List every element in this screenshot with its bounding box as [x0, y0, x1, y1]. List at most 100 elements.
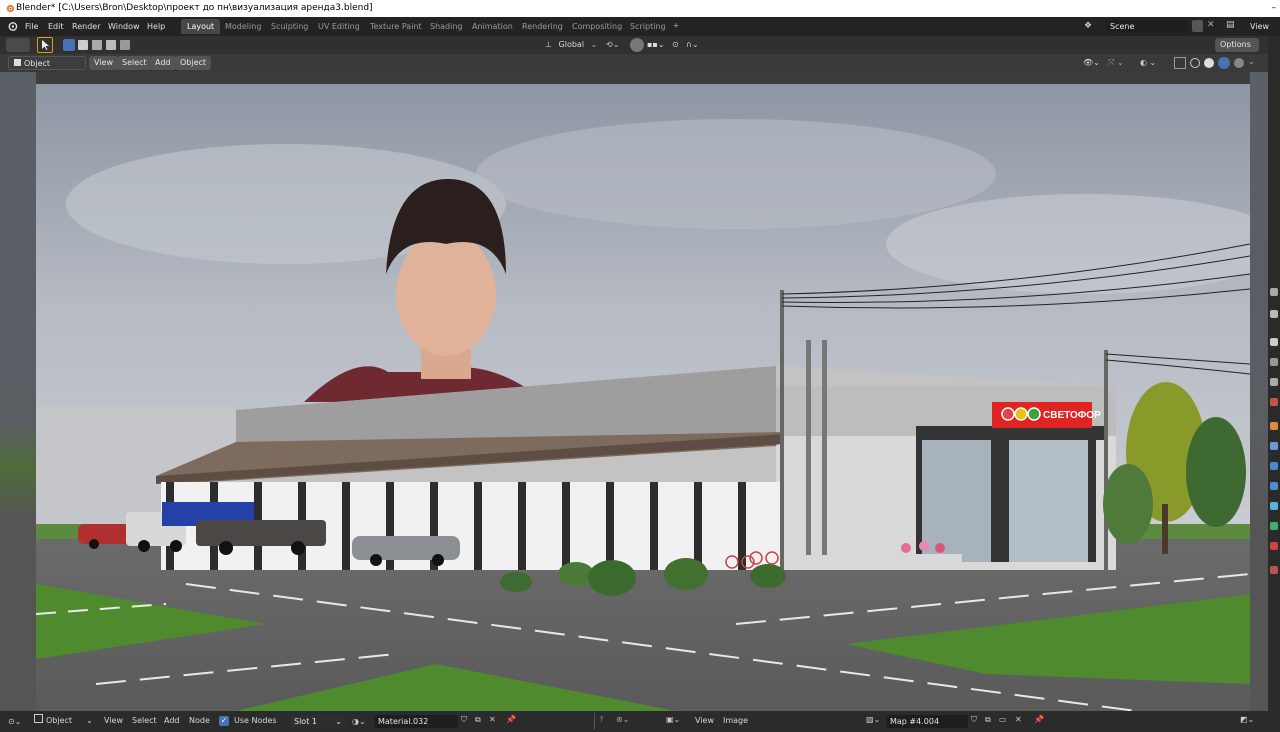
menu-edit[interactable]: Edit: [48, 17, 64, 36]
image-view-menu[interactable]: View: [695, 714, 714, 728]
image-menu[interactable]: Image: [723, 714, 748, 728]
snap-node-icon[interactable]: ⊛⌄: [616, 715, 629, 724]
overlay-icon[interactable]: ◐ ⌄: [1140, 56, 1168, 70]
material-tab-icon[interactable]: [1270, 542, 1278, 550]
orientation-dropdown[interactable]: ⊥ Global ⌄: [545, 38, 601, 52]
tab-modeling[interactable]: Modeling: [219, 19, 267, 34]
image-editor-type-icon[interactable]: ▣⌄: [666, 715, 680, 724]
close-scene-icon[interactable]: ✕: [1207, 20, 1215, 30]
node-menu[interactable]: Node: [189, 714, 210, 728]
snap-target-icon[interactable]: ▪▪⌄: [647, 38, 667, 52]
tab-uv-editing[interactable]: UV Editing: [312, 19, 366, 34]
select-extend-icon[interactable]: [78, 40, 88, 50]
add-menu[interactable]: Add: [150, 56, 176, 70]
tab-compositing[interactable]: Compositing: [566, 19, 628, 34]
view-layer-icon[interactable]: ▤: [1226, 20, 1238, 32]
image-name-field[interactable]: Map #4.004: [886, 715, 968, 728]
tab-animation[interactable]: Animation: [466, 19, 519, 34]
wireframe-shading-icon[interactable]: [1190, 58, 1200, 68]
texture-tab-icon[interactable]: [1270, 566, 1278, 574]
output-tab-icon[interactable]: [1270, 338, 1278, 346]
solid-shading-icon[interactable]: [1204, 58, 1214, 68]
material-name-field[interactable]: Material.032: [374, 715, 458, 728]
viewport-header: Object Mode⌄ View Select Add Object 👁⌄ ⤧…: [0, 54, 1268, 82]
image-fake-user-icon[interactable]: ⛉: [971, 715, 977, 725]
tool-tab-icon[interactable]: [1270, 288, 1278, 296]
select-menu[interactable]: Select: [117, 56, 152, 70]
material-shading-icon[interactable]: [1218, 57, 1230, 69]
image-new-icon[interactable]: ⧉: [985, 715, 991, 725]
world-tab-icon[interactable]: [1270, 398, 1278, 406]
close-icon[interactable]: ✕: [489, 715, 496, 724]
image-pin-icon[interactable]: 📌: [1034, 715, 1044, 724]
menu-file[interactable]: File: [25, 17, 38, 36]
add-workspace-button[interactable]: +: [670, 19, 682, 33]
snap-icon[interactable]: [630, 38, 644, 52]
menu-window[interactable]: Window: [108, 17, 140, 36]
cursor-tool-icon[interactable]: [37, 37, 53, 53]
menu-render[interactable]: Render: [72, 17, 100, 36]
shader-type-dropdown[interactable]: Object ⌄: [34, 714, 96, 728]
node-select-menu[interactable]: Select: [132, 714, 157, 728]
select-intersect-icon[interactable]: [120, 40, 130, 50]
editor-type-button[interactable]: [6, 38, 30, 52]
physics-tab-icon[interactable]: [1270, 482, 1278, 490]
menu-help[interactable]: Help: [147, 17, 165, 36]
scene-tab-icon[interactable]: [1270, 378, 1278, 386]
new-file-icon[interactable]: ⧉: [475, 715, 481, 725]
image-open-icon[interactable]: ▭: [999, 715, 1007, 724]
image-view-mode-icon[interactable]: ◩⌄: [1240, 715, 1254, 724]
tab-sculpting[interactable]: Sculpting: [265, 19, 314, 34]
chevron-down-icon: ⌄: [335, 717, 342, 726]
xray-icon[interactable]: [1174, 57, 1186, 69]
new-scene-icon[interactable]: [1192, 20, 1203, 32]
node-view-menu[interactable]: View: [104, 714, 123, 728]
gizmo-icon[interactable]: ⤧ ⌄: [1108, 56, 1136, 70]
3d-viewport[interactable]: СВЕТОФОР: [0, 72, 1268, 711]
view-menu[interactable]: View: [89, 56, 118, 70]
view-layer-tab-icon[interactable]: [1270, 358, 1278, 366]
use-nodes-label: Use Nodes: [234, 716, 277, 725]
tab-rendering[interactable]: Rendering: [516, 19, 569, 34]
checkbox-icon[interactable]: ✓: [219, 716, 229, 726]
view-layer-label[interactable]: View La: [1250, 17, 1280, 50]
data-tab-icon[interactable]: [1270, 522, 1278, 530]
parent-node-icon[interactable]: ⤒: [600, 715, 604, 725]
image-close-icon[interactable]: ✕: [1015, 715, 1022, 724]
options-button[interactable]: Options ⌄: [1215, 38, 1259, 63]
tab-texture-paint[interactable]: Texture Paint: [364, 19, 428, 34]
scene-icon[interactable]: ❖: [1084, 21, 1096, 32]
object-tab-icon[interactable]: [1270, 422, 1278, 430]
chevron-down-icon[interactable]: ⌄: [1248, 57, 1255, 66]
blender-menu-icon[interactable]: [6, 21, 18, 32]
slot-label: Slot 1: [294, 717, 317, 726]
select-box-icon[interactable]: [63, 39, 75, 51]
pin-icon[interactable]: 📌: [506, 715, 516, 724]
proportional-edit-icon[interactable]: ⊙: [672, 38, 684, 52]
tab-shading[interactable]: Shading: [424, 19, 469, 34]
image-browse-icon[interactable]: ▨⌄: [866, 715, 880, 724]
particles-tab-icon[interactable]: [1270, 462, 1278, 470]
falloff-icon[interactable]: ∩⌄: [686, 38, 704, 52]
minimize-button[interactable]: –: [1272, 0, 1277, 17]
render-tab-icon[interactable]: [1270, 310, 1278, 318]
area-divider[interactable]: [594, 713, 595, 730]
editor-type-icon[interactable]: ⊙⌄: [8, 715, 28, 728]
select-invert-icon[interactable]: [106, 40, 116, 50]
select-subtract-icon[interactable]: [92, 40, 102, 50]
scene-field[interactable]: Scene: [1106, 20, 1188, 33]
material-browse-icon[interactable]: ◑⌄: [352, 715, 372, 728]
tab-layout[interactable]: Layout: [181, 19, 221, 34]
visibility-icon[interactable]: 👁⌄: [1083, 56, 1105, 70]
modifier-tab-icon[interactable]: [1270, 442, 1278, 450]
tab-scripting[interactable]: Scripting: [624, 19, 672, 34]
node-add-menu[interactable]: Add: [164, 714, 180, 728]
object-menu[interactable]: Object: [175, 56, 212, 70]
rendered-shading-icon[interactable]: [1234, 58, 1244, 68]
tool-settings-header: ⊥ Global ⌄ ⟲⌄ ▪▪⌄ ⊙ ∩⌄ Options ⌄: [0, 36, 1268, 63]
pivot-point-icon[interactable]: ⟲⌄: [606, 38, 630, 52]
slot-dropdown[interactable]: Slot 1 ⌄: [290, 715, 346, 728]
fake-user-icon[interactable]: ⛉: [461, 715, 467, 725]
constraints-tab-icon[interactable]: [1270, 502, 1278, 510]
mode-dropdown[interactable]: Object Mode⌄: [8, 56, 86, 82]
